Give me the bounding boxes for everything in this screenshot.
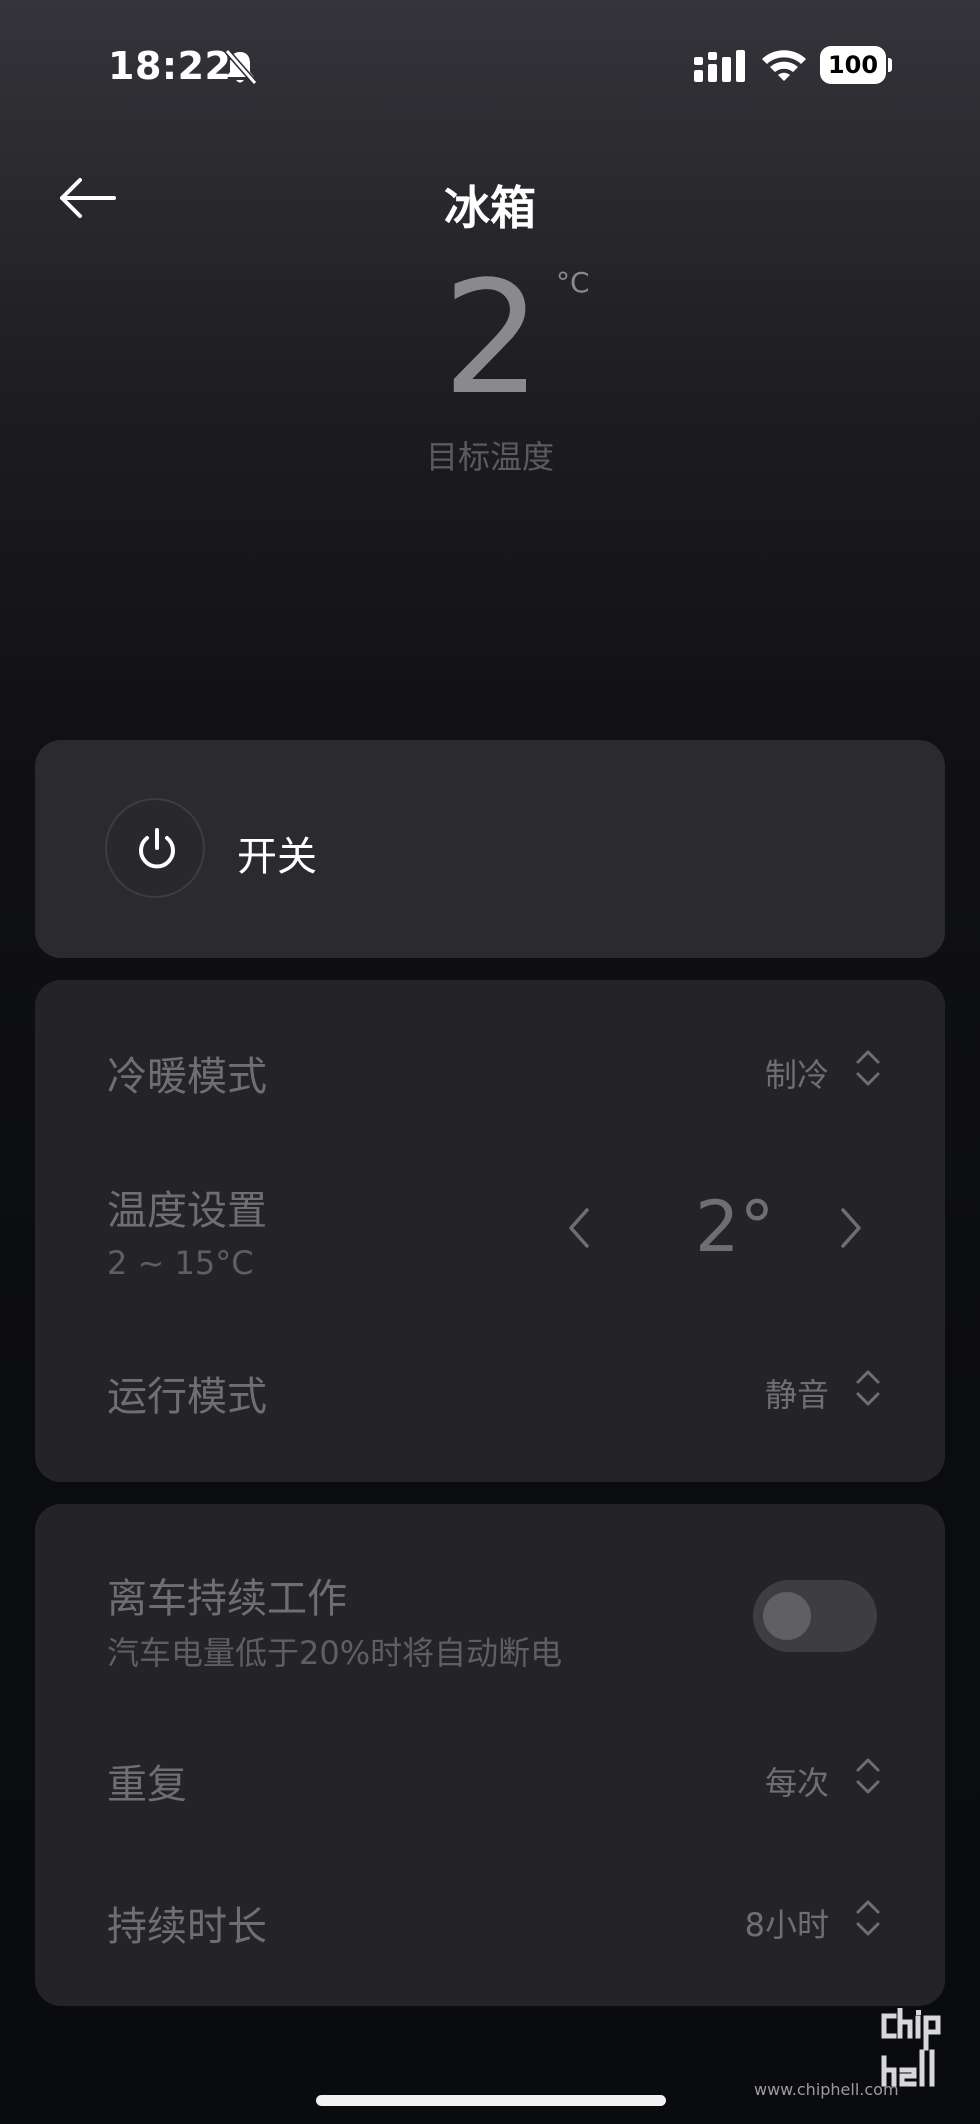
status-bar: 18:22 100 bbox=[0, 0, 980, 130]
chevron-left-icon[interactable] bbox=[565, 1206, 595, 1250]
bell-slash-icon bbox=[224, 49, 258, 85]
battery-level: 100 bbox=[820, 46, 886, 84]
repeat-value: 每次 bbox=[764, 1764, 829, 1802]
power-button[interactable] bbox=[105, 798, 205, 898]
mode-value: 制冷 bbox=[764, 1056, 829, 1094]
home-indicator[interactable] bbox=[316, 2095, 666, 2106]
keep-working-sub: 汽车电量低于20%时将自动断电 bbox=[107, 1634, 563, 1672]
chevron-updown-icon[interactable] bbox=[855, 1366, 881, 1410]
power-icon bbox=[139, 828, 175, 869]
temperature-label: 温度设置 bbox=[107, 1188, 267, 1234]
chevron-updown-icon[interactable] bbox=[855, 1046, 881, 1090]
chevron-right-icon[interactable] bbox=[835, 1206, 865, 1250]
settings-card: 冷暖模式 制冷 温度设置 2 ~ 15°C 2° 运行模式 静音 bbox=[35, 980, 945, 1482]
run-mode-label: 运行模式 bbox=[107, 1374, 267, 1420]
target-temperature-value: 2 bbox=[442, 247, 541, 429]
target-temperature-unit: °C bbox=[556, 266, 590, 299]
toggle-knob bbox=[763, 1592, 811, 1640]
temperature-range: 2 ~ 15°C bbox=[107, 1244, 254, 1282]
watermark-url: www.chiphell.com bbox=[754, 2080, 899, 2099]
temperature-value: 2° bbox=[695, 1186, 775, 1268]
page-title: 冰箱 bbox=[444, 181, 536, 235]
target-temperature: 2 °C bbox=[0, 248, 980, 428]
signal-icon bbox=[694, 50, 745, 82]
extra-card: 离车持续工作 汽车电量低于20%时将自动断电 重复 每次 持续时长 8小时 bbox=[35, 1504, 945, 2006]
keep-working-toggle[interactable] bbox=[753, 1580, 877, 1652]
mode-label: 冷暖模式 bbox=[107, 1054, 267, 1100]
wifi-icon bbox=[762, 50, 806, 81]
power-card: 开关 bbox=[35, 740, 945, 958]
battery-icon: 100 bbox=[820, 46, 892, 84]
run-mode-value: 静音 bbox=[764, 1376, 829, 1414]
chevron-updown-icon[interactable] bbox=[855, 1896, 881, 1940]
target-temperature-label: 目标温度 bbox=[425, 438, 554, 476]
duration-value: 8小时 bbox=[744, 1906, 829, 1944]
status-time: 18:22 bbox=[108, 44, 232, 88]
duration-label: 持续时长 bbox=[107, 1904, 267, 1950]
keep-working-label: 离车持续工作 bbox=[107, 1576, 347, 1622]
power-label: 开关 bbox=[237, 834, 317, 880]
chevron-updown-icon[interactable] bbox=[855, 1754, 881, 1798]
repeat-label: 重复 bbox=[107, 1762, 187, 1808]
